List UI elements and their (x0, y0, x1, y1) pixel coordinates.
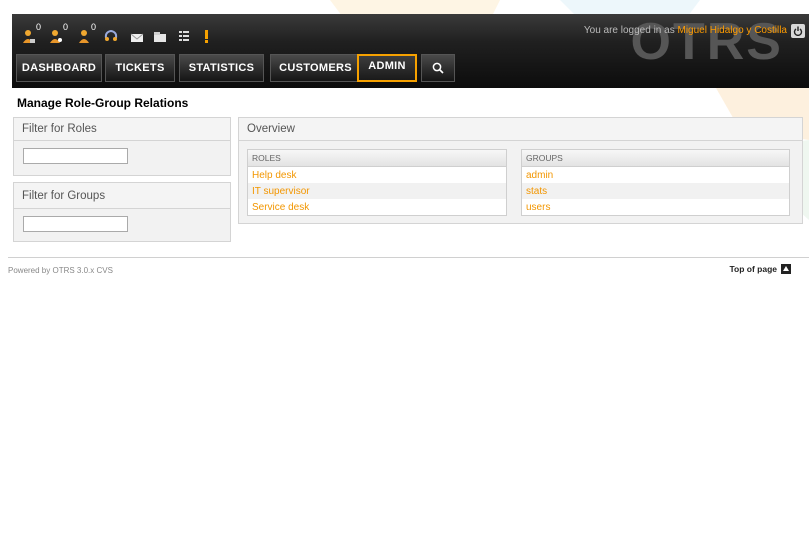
filter-groups-title: Filter for Groups (14, 183, 230, 209)
responsible-count: 0 (91, 22, 97, 32)
escalation-view-icon[interactable] (202, 24, 210, 44)
login-info: You are logged in as Miguel Hidalgo y Co… (584, 25, 787, 36)
nav-statistics[interactable]: STATISTICS (179, 54, 264, 82)
footer-divider (8, 257, 809, 258)
group-item-admin[interactable]: admin (522, 167, 789, 183)
filter-groups-box: Filter for Groups (13, 182, 231, 242)
top-of-page-link[interactable]: Top of page (729, 264, 791, 274)
group-item-stats[interactable]: stats (522, 183, 789, 199)
watched-count: 0 (63, 22, 69, 32)
nav-customers[interactable]: CUSTOMERS (270, 54, 361, 82)
locked-tickets-icon[interactable]: 0 (22, 22, 41, 44)
groups-header: GROUPS (522, 150, 789, 167)
locked-count: 0 (36, 22, 42, 32)
search-icon[interactable] (421, 54, 455, 82)
filter-roles-input[interactable] (23, 148, 128, 164)
groups-table: GROUPS admin stats users (521, 149, 790, 216)
overview-box: Overview ROLES Help desk IT supervisor S… (238, 117, 803, 224)
roles-table: ROLES Help desk IT supervisor Service de… (247, 149, 507, 216)
queue-view-icon[interactable] (177, 24, 191, 44)
email-ticket-icon[interactable] (130, 24, 144, 44)
roles-header: ROLES (248, 150, 506, 167)
group-item-users[interactable]: users (522, 199, 789, 215)
phone-ticket-icon[interactable] (103, 24, 119, 44)
user-name-link[interactable]: Miguel Hidalgo y Costilla (678, 25, 788, 36)
top-of-page-label: Top of page (729, 264, 777, 274)
role-item-help-desk[interactable]: Help desk (248, 167, 506, 183)
filter-groups-input[interactable] (23, 216, 128, 232)
otrs-logo: OTRS (630, 14, 783, 71)
watched-tickets-icon[interactable]: 0 (49, 22, 68, 44)
powered-by-text: Powered by OTRS 3.0.x CVS (8, 266, 113, 275)
header-bar: OTRS 0 0 0 You are logged in as Miguel H… (12, 14, 809, 88)
page-title: Manage Role-Group Relations (17, 96, 189, 110)
logout-icon[interactable] (791, 24, 805, 38)
arrow-up-icon (781, 264, 791, 274)
nav-tickets[interactable]: TICKETS (105, 54, 175, 82)
role-item-service-desk[interactable]: Service desk (248, 199, 506, 215)
role-item-it-supervisor[interactable]: IT supervisor (248, 183, 506, 199)
filter-roles-title: Filter for Roles (14, 118, 230, 141)
responsible-tickets-icon[interactable]: 0 (77, 22, 96, 44)
nav-dashboard[interactable]: DASHBOARD (16, 54, 102, 82)
overview-title: Overview (239, 118, 802, 141)
filter-roles-box: Filter for Roles (13, 117, 231, 176)
nav-admin[interactable]: ADMIN (357, 54, 417, 82)
login-prefix: You are logged in as (583, 25, 675, 36)
search-ticket-icon[interactable] (153, 24, 167, 44)
